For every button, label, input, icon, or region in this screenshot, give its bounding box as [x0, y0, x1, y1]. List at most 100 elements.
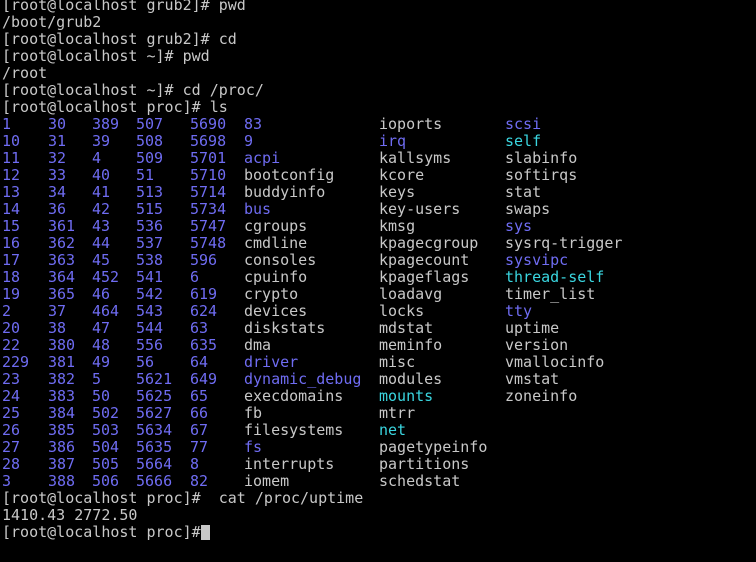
- ls-entry: sys: [505, 217, 533, 235]
- ls-entry: 363: [48, 251, 76, 269]
- ls-entry: 503: [92, 421, 120, 439]
- ls-entry: kallsyms: [379, 149, 452, 167]
- ls-output: 1 30 389 507 5690 83 ioports scsi 10 31 39 508 5698 9…: [2, 116, 754, 490]
- ls-entry: 4: [92, 149, 102, 167]
- ls-entry: 5698: [190, 132, 227, 150]
- ls-entry: 5710: [190, 166, 227, 184]
- ls-entry: 543: [136, 302, 164, 320]
- ls-entry: 22: [2, 336, 21, 354]
- ls-entry: 27: [2, 438, 21, 456]
- ls-entry: 82: [190, 472, 209, 490]
- ls-row: 1 30 389 507 5690 83 ioports scsi: [2, 116, 754, 133]
- ls-entry: 5734: [190, 200, 227, 218]
- ls-entry: 11: [2, 149, 21, 167]
- ls-entry: acpi: [244, 149, 281, 167]
- ls-entry: 2: [2, 302, 12, 320]
- ls-entry: 41: [92, 183, 111, 201]
- ls-entry: 31: [48, 132, 67, 150]
- ls-entry: vmallocinfo: [505, 353, 605, 371]
- ls-entry: 536: [136, 217, 164, 235]
- ls-entry: kpagecount: [379, 251, 470, 269]
- ls-entry: 26: [2, 421, 21, 439]
- ls-entry: 556: [136, 336, 164, 354]
- ls-entry: locks: [379, 302, 425, 320]
- ls-row: 26 385 503 5634 67 filesystems net: [2, 422, 754, 439]
- ls-entry: 34: [48, 183, 67, 201]
- ls-entry: 5747: [190, 217, 227, 235]
- ls-entry: 37: [48, 302, 67, 320]
- ls-entry: execdomains: [244, 387, 344, 405]
- ls-entry: fs: [244, 438, 263, 456]
- ls-entry: 5666: [136, 472, 173, 490]
- ls-entry: 5: [92, 370, 102, 388]
- terminal-line: [root@localhost proc]# cat /proc/uptime: [2, 489, 364, 507]
- ls-entry: self: [505, 132, 542, 150]
- ls-entry: 5634: [136, 421, 173, 439]
- ls-entry: irq: [379, 132, 407, 150]
- ls-entry: keys: [379, 183, 416, 201]
- ls-entry: kpagecgroup: [379, 234, 479, 252]
- ls-entry: 13: [2, 183, 21, 201]
- ls-entry: 505: [92, 455, 120, 473]
- terminal-line: [root@localhost grub2]# pwd: [2, 0, 246, 14]
- ls-entry: 502: [92, 404, 120, 422]
- ls-entry: devices: [244, 302, 308, 320]
- ls-entry: 5621: [136, 370, 173, 388]
- ls-entry: 67: [190, 421, 209, 439]
- ls-entry: 5701: [190, 149, 227, 167]
- ls-entry: cmdline: [244, 234, 308, 252]
- ls-entry: 43: [92, 217, 111, 235]
- ls-entry: 386: [48, 438, 76, 456]
- terminal-line: /boot/grub2: [2, 13, 102, 31]
- ls-entry: swaps: [505, 200, 551, 218]
- ls-row: 13 34 41 513 5714 buddyinfo keys stat: [2, 184, 754, 201]
- ls-entry: 619: [190, 285, 218, 303]
- ls-entry: 381: [48, 353, 76, 371]
- ls-entry: driver: [244, 353, 299, 371]
- terminal-window[interactable]: [root@localhost grub2]# pwd/boot/grub2 [r…: [2, 0, 754, 559]
- ls-entry: 509: [136, 149, 164, 167]
- ls-entry: 541: [136, 268, 164, 286]
- ls-entry: 506: [92, 472, 120, 490]
- ls-row: 25 384 502 5627 66 fb mtrr: [2, 405, 754, 422]
- ls-row: 27 386 504 5635 77 fs pagetypeinfo: [2, 439, 754, 456]
- ls-row: 11 32 4 509 5701 acpi kallsyms slabinfo: [2, 150, 754, 167]
- ls-entry: 49: [92, 353, 111, 371]
- ls-entry: 39: [92, 132, 111, 150]
- ls-entry: 507: [136, 115, 164, 133]
- ls-entry: 364: [48, 268, 76, 286]
- ls-entry: 32: [48, 149, 67, 167]
- ls-entry: 504: [92, 438, 120, 456]
- ls-entry: schedstat: [379, 472, 461, 490]
- ls-entry: 65: [190, 387, 209, 405]
- ls-entry: 51: [136, 166, 155, 184]
- ls-entry: 38: [48, 319, 67, 337]
- ls-row: 12 33 40 51 5710 bootconfig kcore softirqs: [2, 167, 754, 184]
- ls-entry: 452: [92, 268, 120, 286]
- ls-entry: loadavg: [379, 285, 443, 303]
- ls-entry: 45: [92, 251, 111, 269]
- ls-entry: diskstats: [244, 319, 326, 337]
- ls-entry: partitions: [379, 455, 470, 473]
- ls-entry: 508: [136, 132, 164, 150]
- ls-entry: 12: [2, 166, 21, 184]
- ls-entry: 382: [48, 370, 76, 388]
- ls-row: 2 37 464 543 624 devices locks tty: [2, 303, 754, 320]
- ls-row: 28 387 505 5664 8 interrupts partitions: [2, 456, 754, 473]
- terminal-line: [root@localhost grub2]# cd: [2, 30, 237, 48]
- ls-entry: 5625: [136, 387, 173, 405]
- ls-row: 23 382 5 5621 649 dynamic_debug modules vmstat: [2, 371, 754, 388]
- ls-entry: 36: [48, 200, 67, 218]
- ls-entry: 388: [48, 472, 76, 490]
- ls-entry: 5664: [136, 455, 173, 473]
- ls-entry: 9: [244, 132, 254, 150]
- prompt-line[interactable]: [root@localhost proc]#: [2, 524, 754, 541]
- ls-entry: 63: [190, 319, 209, 337]
- ls-row: 14 36 42 515 5734 bus key-users swaps: [2, 201, 754, 218]
- ls-entry: 42: [92, 200, 111, 218]
- ls-entry: 229: [2, 353, 30, 371]
- ls-entry: 383: [48, 387, 76, 405]
- ls-entry: 17: [2, 251, 21, 269]
- ls-entry: 44: [92, 234, 111, 252]
- ls-entry: 48: [92, 336, 111, 354]
